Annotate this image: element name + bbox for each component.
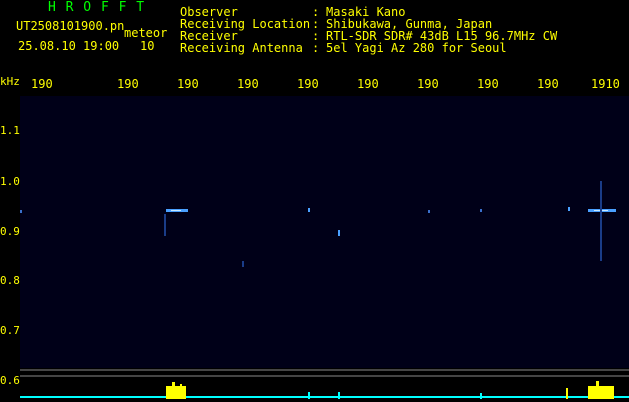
frequency-tick-label: 0.7 — [0, 324, 20, 337]
frequency-unit-label: kHz — [0, 75, 20, 88]
time-tick-label: 190 — [177, 77, 199, 91]
power-burst — [180, 384, 182, 399]
power-burst — [166, 386, 186, 399]
time-tick-label: 190 — [357, 77, 379, 91]
meteor-echo — [308, 208, 310, 212]
spectrogram — [20, 96, 629, 368]
frequency-tick-label: 1.1 — [0, 124, 20, 137]
power-spike — [308, 392, 310, 399]
meteor-echo-tail — [164, 214, 166, 236]
frequency-tick-label: 0.8 — [0, 274, 20, 287]
spectrogram-background — [20, 96, 629, 368]
noise-speck — [20, 210, 22, 213]
time-axis: 190 190 190 190 190 190 190 190 190 1910 — [0, 78, 629, 92]
frequency-axis: kHz 1.1 1.0 0.9 0.8 0.7 0.6 — [0, 72, 20, 402]
antenna-sep: : — [312, 41, 320, 55]
time-tick-label: 190 — [477, 77, 499, 91]
datetime-label: 25.08.10 19:00 — [18, 39, 120, 53]
meteor-echo-core — [171, 210, 181, 211]
frequency-tick-label: 0.6 — [0, 374, 20, 387]
antenna-value: 5el Yagi Az 280 for Seoul — [326, 41, 507, 55]
app-title: H R O F F T — [48, 0, 146, 15]
meteor-echo-tail — [600, 181, 602, 261]
meteor-echo — [428, 210, 430, 213]
power-burst — [588, 386, 614, 399]
meteor-label: meteor — [124, 26, 168, 40]
antenna-label: Receiving Antenna — [180, 41, 303, 55]
meteor-echo — [338, 230, 340, 236]
frequency-tick-label: 0.9 — [0, 225, 20, 238]
meteor-echo — [480, 209, 482, 212]
frequency-tick-label: 1.0 — [0, 175, 20, 188]
header-panel: H R O F F T UT2508101900.pn meteor 25.08… — [0, 0, 629, 70]
noise-speck — [242, 261, 244, 267]
time-tick-label: 1910 — [591, 77, 620, 91]
meteor-count: 10 — [140, 39, 155, 53]
power-spike — [480, 393, 482, 399]
power-trace-panel — [20, 369, 629, 399]
filename-label: UT2508101900.pn — [16, 19, 125, 33]
power-spike — [338, 392, 340, 399]
time-tick-label: 190 — [31, 77, 53, 91]
time-tick-label: 190 — [537, 77, 559, 91]
meteor-echo — [568, 207, 570, 211]
time-tick-label: 190 — [417, 77, 439, 91]
time-tick-label: 190 — [237, 77, 259, 91]
time-tick-label: 190 — [297, 77, 319, 91]
power-burst — [566, 388, 568, 399]
power-burst — [172, 382, 175, 399]
power-burst — [596, 381, 599, 399]
time-tick-label: 190 — [117, 77, 139, 91]
